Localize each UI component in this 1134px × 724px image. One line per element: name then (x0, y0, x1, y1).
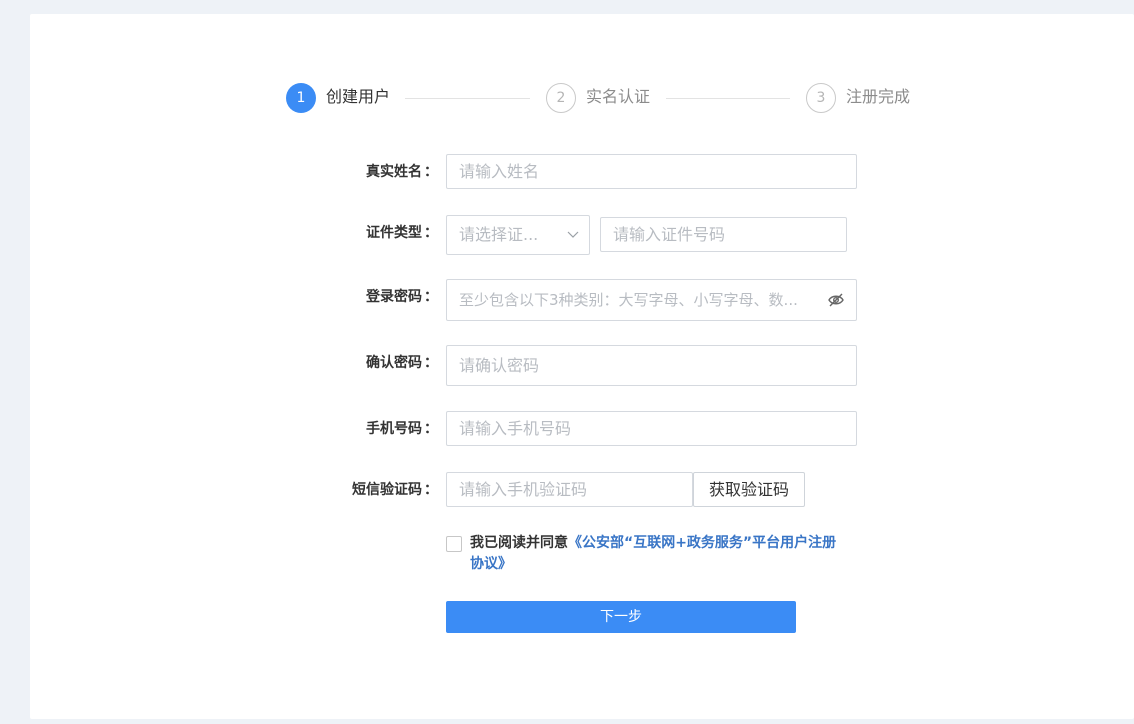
id-number-input[interactable] (600, 217, 847, 252)
step-1-circle: 1 (286, 83, 316, 113)
eye-off-icon[interactable] (827, 291, 845, 309)
step-3-label: 注册完成 (846, 87, 911, 106)
sms-code-label: 短信验证码： (352, 482, 438, 498)
id-type-select-value: 请选择证... (459, 225, 539, 244)
step-connector-2 (666, 98, 790, 99)
phone-input[interactable] (446, 411, 857, 446)
step-3-circle: 3 (806, 83, 836, 113)
agree-checkbox[interactable] (446, 536, 462, 552)
get-code-button[interactable]: 获取验证码 (693, 472, 805, 507)
step-connector-1 (405, 98, 530, 99)
step-2-circle: 2 (546, 83, 576, 113)
id-type-select[interactable]: 请选择证... (446, 215, 590, 255)
agreement-text: 我已阅读并同意《公安部“互联网+政务服务”平台用户注册协议》 (470, 533, 850, 575)
phone-label: 手机号码： (366, 421, 438, 437)
password-input[interactable] (446, 279, 857, 321)
confirm-password-label: 确认密码： (366, 355, 438, 371)
step-2-label: 实名认证 (586, 87, 651, 106)
step-1-label: 创建用户 (326, 87, 391, 106)
name-input[interactable] (446, 154, 857, 189)
next-step-button[interactable]: 下一步 (446, 601, 796, 633)
sms-code-input[interactable] (446, 472, 693, 507)
name-label: 真实姓名： (366, 164, 438, 180)
id-type-label: 证件类型： (366, 225, 438, 241)
agreement-prefix: 我已阅读并同意 (470, 535, 568, 551)
chevron-down-icon (567, 231, 579, 238)
confirm-password-input[interactable] (446, 345, 857, 386)
password-label: 登录密码： (366, 289, 438, 305)
